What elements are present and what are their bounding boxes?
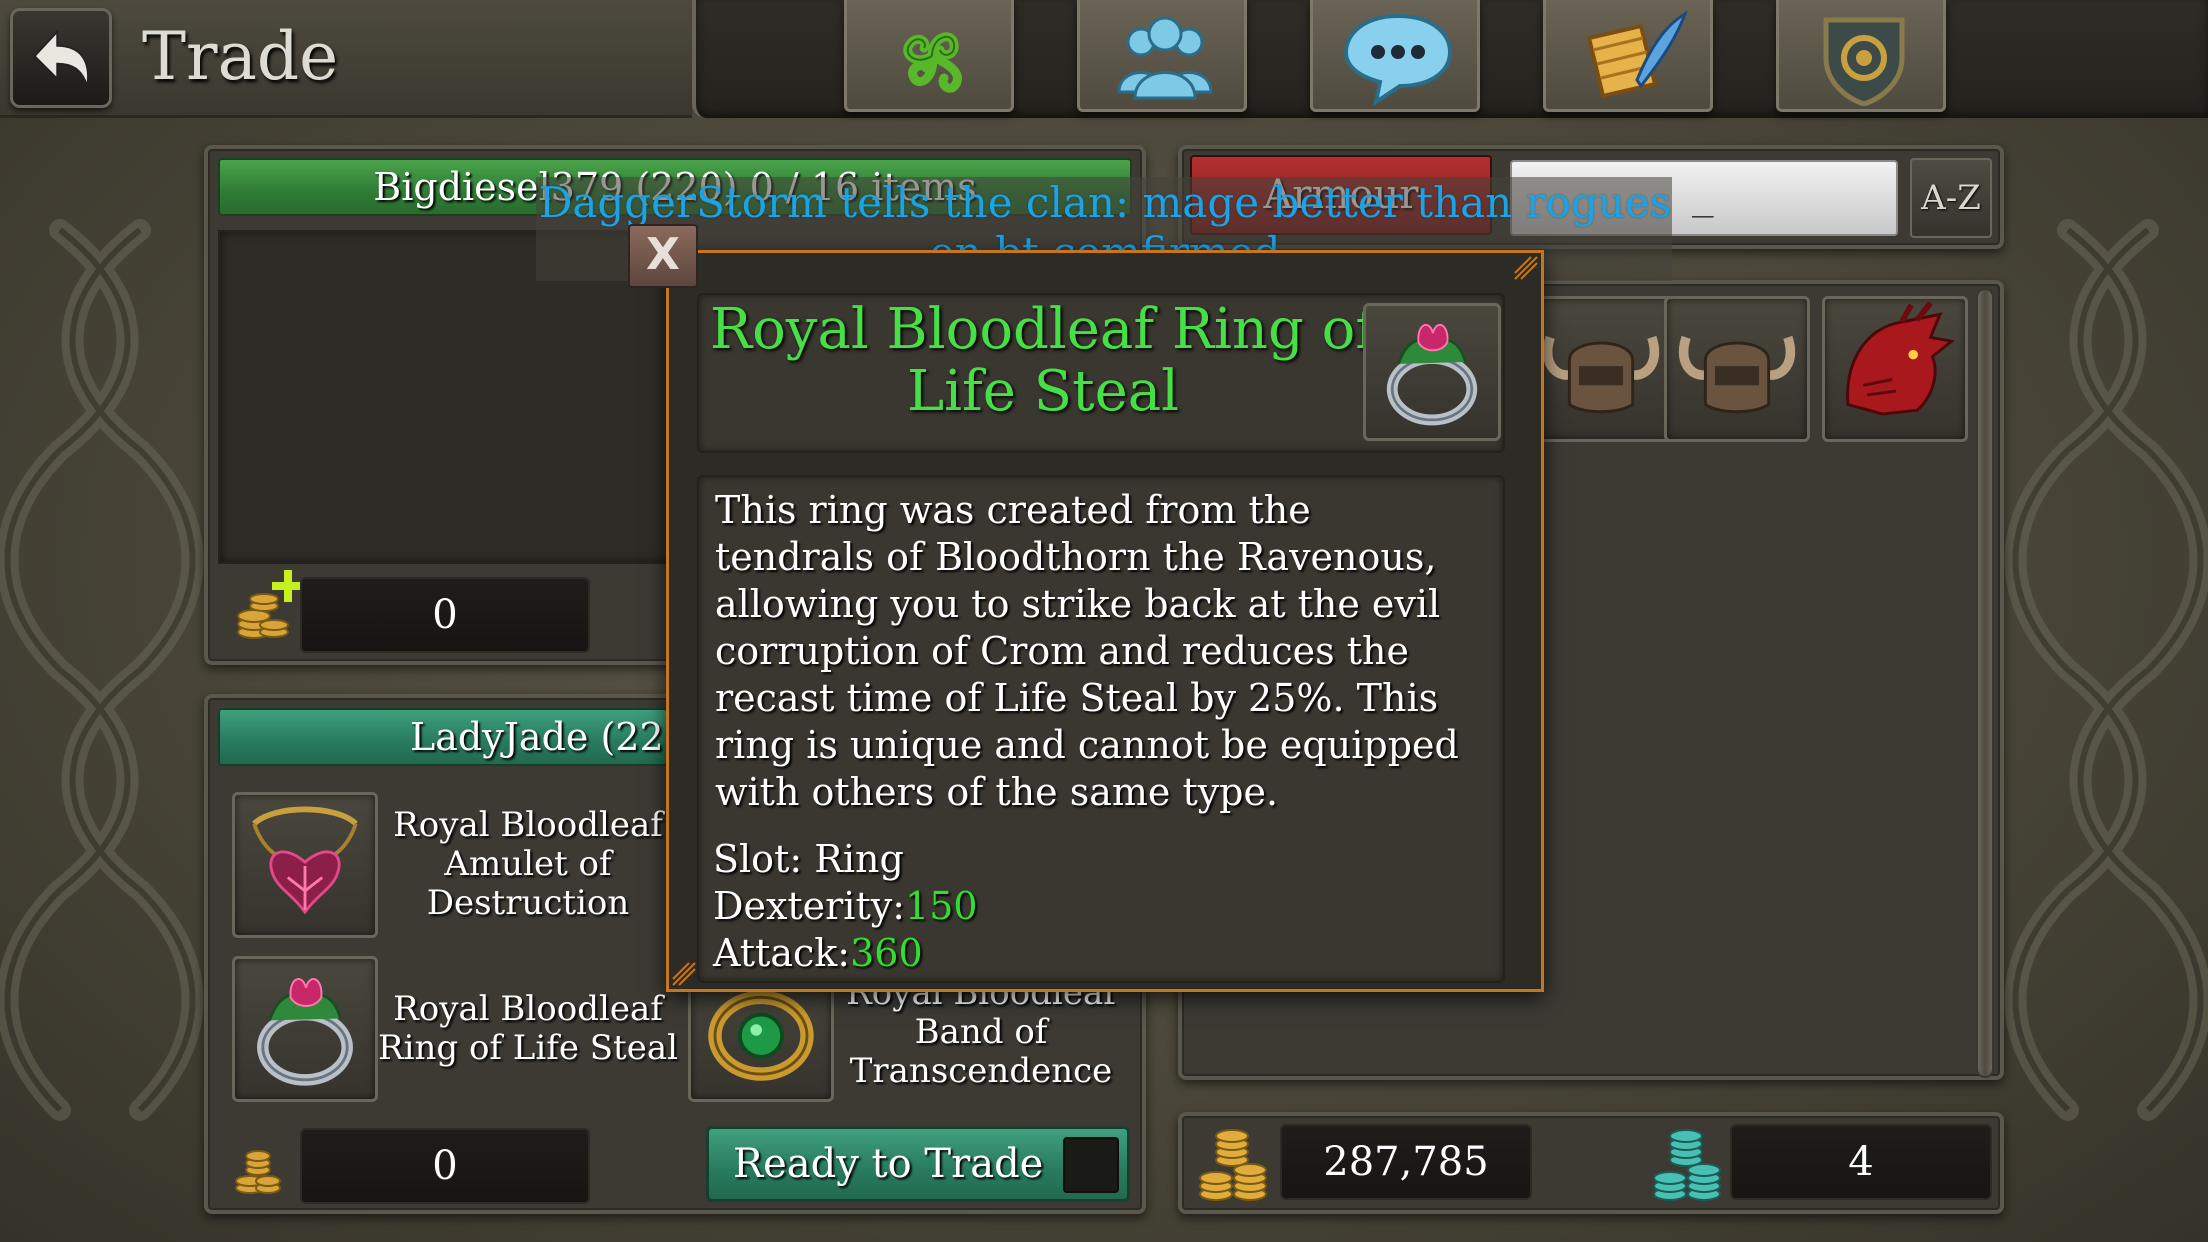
clan-shield-icon xyxy=(1823,17,1905,106)
tab-chat[interactable] xyxy=(1310,0,1480,112)
item-name-line: Transcendence xyxy=(849,1051,1113,1091)
item-name-line: Amulet of xyxy=(444,844,612,884)
inventory-item[interactable] xyxy=(1822,296,1968,442)
description-line: tendrals of Bloodthorn the Ravenous, xyxy=(715,535,1437,579)
tooltip-title-box: Royal Bloodleaf Ring of Life Steal xyxy=(697,293,1505,453)
horned-helm-icon xyxy=(1678,335,1796,414)
inventory-item[interactable] xyxy=(1528,296,1674,442)
ready-to-trade-label: Ready to Trade xyxy=(733,1141,1044,1187)
horned-helm-icon xyxy=(1542,335,1660,414)
tooltip-title-line: Royal Bloodleaf Ring of xyxy=(709,297,1377,362)
stat-label: Dexterity: xyxy=(713,884,906,928)
back-button[interactable] xyxy=(10,8,112,108)
page-title: Trade xyxy=(142,18,339,95)
ring-icon xyxy=(1386,323,1478,426)
other-player-gold-count: 0 xyxy=(300,577,590,653)
stat-dexterity: Dexterity:150 xyxy=(713,884,978,928)
item-name-line: Royal Bloodleaf xyxy=(393,805,663,845)
stat-label: Slot: xyxy=(713,837,803,881)
offer-item-ring-label: Royal Bloodleaf Ring of Life Steal xyxy=(378,990,678,1068)
stat-value: Ring xyxy=(814,837,904,881)
chat-line: DaggerStorm tells the clan: mage better … xyxy=(538,178,1672,227)
gems-icon xyxy=(1653,1129,1721,1201)
corner-ornament-icon xyxy=(672,962,696,986)
item-tooltip: Royal Bloodleaf Ring of Life Steal This … xyxy=(666,250,1544,992)
tab-quests[interactable] xyxy=(1543,0,1713,112)
tooltip-title-line: Life Steal xyxy=(906,359,1180,424)
stat-label: Attack: xyxy=(713,931,851,975)
sort-az-button[interactable]: A-Z xyxy=(1910,158,1992,238)
gems-balance: 4 xyxy=(1730,1124,1992,1200)
scroll-quill-icon xyxy=(1586,10,1688,99)
description-line: recast time of Life Steal by 25%. This xyxy=(715,676,1439,720)
tooltip-close-button[interactable]: X xyxy=(628,224,698,288)
stat-value: 150 xyxy=(905,884,978,928)
gold-balance: 287,785 xyxy=(1280,1124,1532,1200)
description-line: corruption of Crom and reduces the xyxy=(715,629,1409,673)
gold-coins-icon xyxy=(235,1150,281,1194)
offer-item-ring[interactable] xyxy=(232,956,378,1102)
description-line: allowing you to strike back at the evil xyxy=(715,582,1441,626)
offer-item-amulet[interactable] xyxy=(232,792,378,938)
title-bar: Trade xyxy=(0,0,692,118)
ready-checkbox[interactable] xyxy=(1063,1137,1119,1193)
ready-to-trade-button[interactable]: Ready to Trade xyxy=(706,1126,1130,1202)
stat-slot: Slot: Ring xyxy=(713,837,904,881)
item-name-line: Royal Bloodleaf xyxy=(393,989,663,1029)
tooltip-item-title: Royal Bloodleaf Ring of Life Steal xyxy=(699,299,1387,423)
ring-icon xyxy=(257,978,353,1086)
amulet-icon xyxy=(252,806,358,915)
tooltip-description: This ring was created from the tendrals … xyxy=(715,487,1505,816)
my-gold-count: 0 xyxy=(300,1128,590,1204)
stat-attack: Attack:360 xyxy=(713,931,923,975)
offer-item-amulet-label: Royal Bloodleaf Amulet of Destruction xyxy=(378,806,678,923)
back-arrow-icon xyxy=(33,29,89,87)
tooltip-description-box: This ring was created from the tendrals … xyxy=(697,475,1505,983)
gold-coins-icon xyxy=(1199,1129,1267,1201)
tab-clan[interactable] xyxy=(1776,0,1946,112)
description-line: This ring was created from the xyxy=(715,488,1311,532)
triskelion-icon xyxy=(903,32,962,93)
item-name-line: Ring of Life Steal xyxy=(378,1028,678,1068)
description-line: with others of the same type. xyxy=(715,770,1279,814)
red-dragon-helm-icon xyxy=(1846,301,1955,416)
stat-value: 360 xyxy=(850,931,923,975)
inventory-scrollbar[interactable] xyxy=(1976,288,1994,1078)
tab-skills[interactable] xyxy=(844,0,1014,112)
inventory-item[interactable] xyxy=(1664,296,1810,442)
corner-ornament-icon xyxy=(1514,256,1538,280)
my-player-header: LadyJade (22 xyxy=(218,708,668,766)
celtic-knot-decoration-left xyxy=(0,219,204,1121)
item-name-line: Destruction xyxy=(426,883,630,923)
group-icon xyxy=(1117,16,1213,100)
chat-bubble-icon xyxy=(1343,13,1453,106)
tab-friends[interactable] xyxy=(1077,0,1247,112)
description-line: ring is unique and cannot be equipped xyxy=(715,723,1459,767)
item-name-line: Band of xyxy=(914,1012,1048,1052)
tooltip-item-icon xyxy=(1363,303,1501,441)
celtic-knot-decoration-right xyxy=(2004,219,2208,1121)
